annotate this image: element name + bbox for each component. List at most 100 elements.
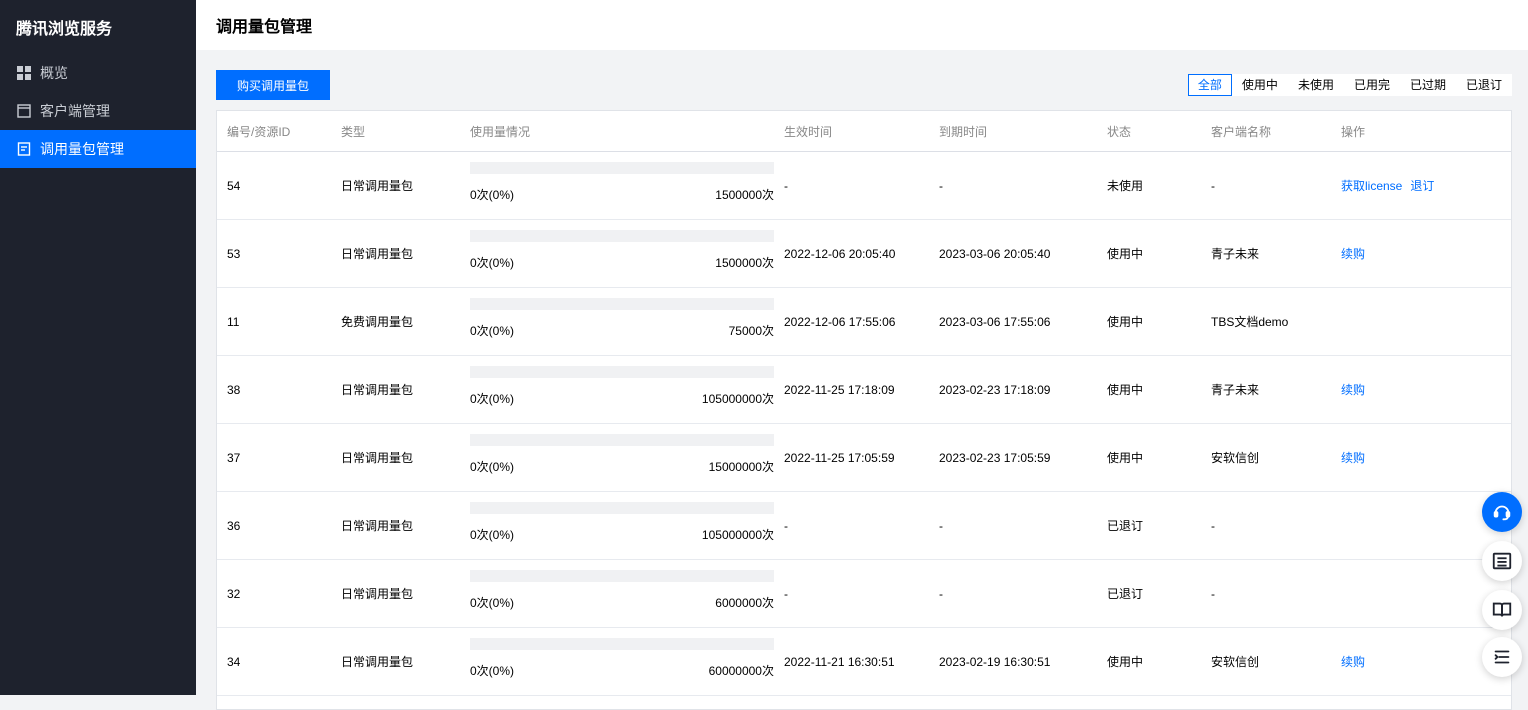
toolbar: 购买调用量包 全部 使用中 未使用 已用完 已过期 已退订: [216, 70, 1512, 100]
filter-tab-5[interactable]: 已退订: [1455, 74, 1512, 96]
usage-total: 1500000次: [715, 256, 774, 270]
cell-start-time: 2022-11-21 16:30:51: [784, 654, 895, 669]
cell-status: 使用中: [1107, 247, 1144, 261]
filter-tab-2[interactable]: 未使用: [1287, 74, 1344, 96]
cell-type: 日常调用量包: [341, 179, 414, 193]
column-header: 生效时间: [784, 124, 833, 139]
cell-client: -: [1211, 518, 1215, 533]
status-filter: 全部 使用中 未使用 已用完 已过期 已退订: [1187, 74, 1512, 96]
cell-usage: 0次(0%) 6000000次: [460, 570, 784, 611]
cell-client: 安软信创: [1211, 655, 1260, 669]
cell-type: 日常调用量包: [341, 587, 414, 601]
sidebar-item-label: 调用量包管理: [40, 141, 124, 157]
cell-status: 使用中: [1107, 315, 1144, 329]
cell-type: 日常调用量包: [341, 247, 414, 261]
column-header: 编号/资源ID: [227, 124, 291, 139]
cell-id: 54: [227, 178, 241, 193]
table-row: 32 日常调用量包 0次(0%) 6000000次 - - 已退订 -: [217, 560, 1511, 628]
usage-total: 60000000次: [708, 664, 774, 678]
table-row: 37 日常调用量包 0次(0%) 15000000次 2022-11-25 17:05:…: [217, 424, 1511, 492]
brand-title: 腾讯浏览服务: [16, 21, 113, 38]
main-content: 购买调用量包 全部 使用中 未使用 已用完 已过期 已退订 编号/资源ID 类型 使用量情况生…: [216, 70, 1512, 710]
cell-status: 已退订: [1107, 519, 1144, 533]
usage-progress-bar: [470, 366, 774, 378]
cell-actions: 续购: [1341, 381, 1511, 398]
table-row: 54 日常调用量包 0次(0%) 1500000次 - - 未使用 - 获取license 退订: [217, 152, 1511, 220]
column-header: 操作: [1341, 124, 1366, 139]
cell-start-time: -: [784, 178, 788, 193]
cell-usage: 0次(0%) 1500000次: [460, 230, 784, 271]
list-button[interactable]: [1482, 541, 1522, 581]
cell-client: 青子未来: [1211, 247, 1260, 261]
usage-progress-bar: [470, 638, 774, 650]
filter-tab-3[interactable]: 已用完: [1343, 74, 1400, 96]
usage-progress-bar: [470, 298, 774, 310]
usage-used: 0次(0%): [470, 664, 515, 678]
cell-client: TBS文档demo: [1211, 315, 1289, 329]
usage-total: 75000次: [728, 324, 774, 338]
sidebar-item-label: 客户端管理: [40, 103, 110, 119]
usage-progress-bar: [470, 502, 774, 514]
usage-used: 0次(0%): [470, 596, 515, 610]
filter-tab-0[interactable]: 全部: [1187, 74, 1232, 96]
cell-start-time: 2022-12-06 20:05:40: [784, 246, 896, 261]
window-icon: [17, 104, 31, 118]
row-action-link[interactable]: 续购: [1341, 655, 1365, 669]
usage-progress-bar: [470, 230, 774, 242]
row-action-link[interactable]: 续购: [1341, 383, 1365, 397]
row-action-link[interactable]: 获取license: [1341, 179, 1402, 193]
sidebar-item-1[interactable]: 客户端管理: [0, 92, 196, 130]
sidebar-item-0[interactable]: 概览: [0, 54, 196, 92]
usage-used: 0次(0%): [470, 528, 515, 542]
usage-total: 6000000次: [715, 596, 774, 610]
cell-usage: 0次(0%) 60000000次: [460, 638, 784, 679]
cell-status: 已退订: [1107, 587, 1144, 601]
column-header: 状态: [1107, 124, 1132, 139]
sidebar-item-label: 概览: [40, 65, 68, 81]
cell-type: 日常调用量包: [341, 519, 414, 533]
row-action-link[interactable]: 续购: [1341, 247, 1365, 261]
cell-end-time: -: [939, 178, 943, 193]
cell-actions: 续购: [1341, 245, 1511, 262]
customer-service-button[interactable]: [1482, 492, 1522, 532]
sidebar-nav: 概览客户端管理调用量包管理: [0, 54, 196, 168]
cell-start-time: -: [784, 586, 788, 601]
cell-id: 11: [227, 314, 240, 329]
cell-id: 34: [227, 654, 241, 669]
cell-type: 日常调用量包: [341, 655, 414, 669]
cell-id: 37: [227, 450, 241, 465]
book-icon: [1491, 599, 1513, 621]
cell-end-time: -: [939, 518, 943, 533]
buy-package-button[interactable]: 购买调用量包: [216, 70, 330, 100]
cell-actions: 续购: [1341, 449, 1511, 466]
cell-type: 日常调用量包: [341, 383, 414, 397]
usage-used: 0次(0%): [470, 256, 515, 270]
outline-button[interactable]: [1482, 637, 1522, 677]
sidebar-item-2[interactable]: 调用量包管理: [0, 130, 196, 168]
column-header: 使用量情况: [470, 124, 531, 139]
cell-usage: 0次(0%) 75000次: [460, 298, 784, 339]
usage-progress-bar: [470, 162, 774, 174]
column-header: 客户端名称: [1211, 124, 1272, 139]
cell-client: 青子未来: [1211, 383, 1260, 397]
row-action-link[interactable]: 续购: [1341, 451, 1365, 465]
cell-id: 53: [227, 246, 241, 261]
cell-status: 未使用: [1107, 179, 1144, 193]
cell-start-time: -: [784, 518, 788, 533]
filter-tab-1[interactable]: 使用中: [1231, 74, 1288, 96]
cell-type: 免费调用量包: [341, 315, 414, 329]
cell-usage: 0次(0%) 105000000次: [460, 366, 784, 407]
row-action-link[interactable]: 退订: [1410, 179, 1434, 193]
docs-button[interactable]: [1482, 590, 1522, 630]
cell-usage: 0次(0%) 1500000次: [460, 162, 784, 203]
grid-icon: [17, 66, 31, 80]
usage-total: 105000000次: [701, 392, 774, 406]
usage-total: 105000000次: [701, 528, 774, 542]
filter-tab-4[interactable]: 已过期: [1399, 74, 1456, 96]
usage-total: 15000000次: [708, 460, 774, 474]
table-row: 53 日常调用量包 0次(0%) 1500000次 2022-12-06 20:05:4…: [217, 220, 1511, 288]
table-body: 54 日常调用量包 0次(0%) 1500000次 - - 未使用 - 获取license 退订 5…: [217, 152, 1511, 696]
cell-end-time: 2023-03-06 20:05:40: [939, 246, 1051, 261]
cell-end-time: 2023-02-23 17:05:59: [939, 450, 1051, 465]
usage-total: 1500000次: [715, 188, 774, 202]
